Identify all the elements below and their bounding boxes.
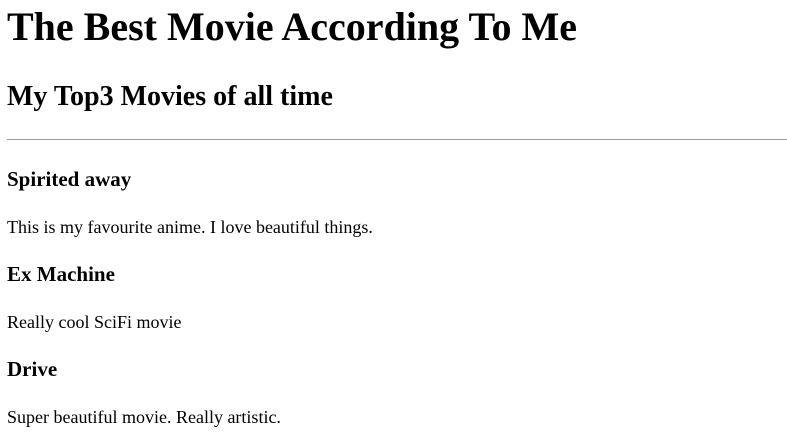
movie-title: Drive [7,357,58,381]
divider [7,139,787,140]
movie-item: Drive Super beautiful movie. Really arti… [7,357,787,428]
page-subtitle: My Top3 Movies of all time [7,81,333,112]
movie-title: Spirited away [7,167,132,191]
movie-description: This is my favourite anime. I love beaut… [7,217,373,237]
movie-title: Ex Machine [7,262,115,286]
movie-item: Spirited away This is my favourite anime… [7,167,787,238]
movie-list: Spirited away This is my favourite anime… [7,167,787,428]
movie-item: Ex Machine Really cool SciFi movie [7,262,787,333]
movie-description: Super beautiful movie. Really artistic. [7,407,281,427]
page-title: The Best Movie According To Me [7,4,577,49]
movie-description: Really cool SciFi movie [7,312,182,332]
